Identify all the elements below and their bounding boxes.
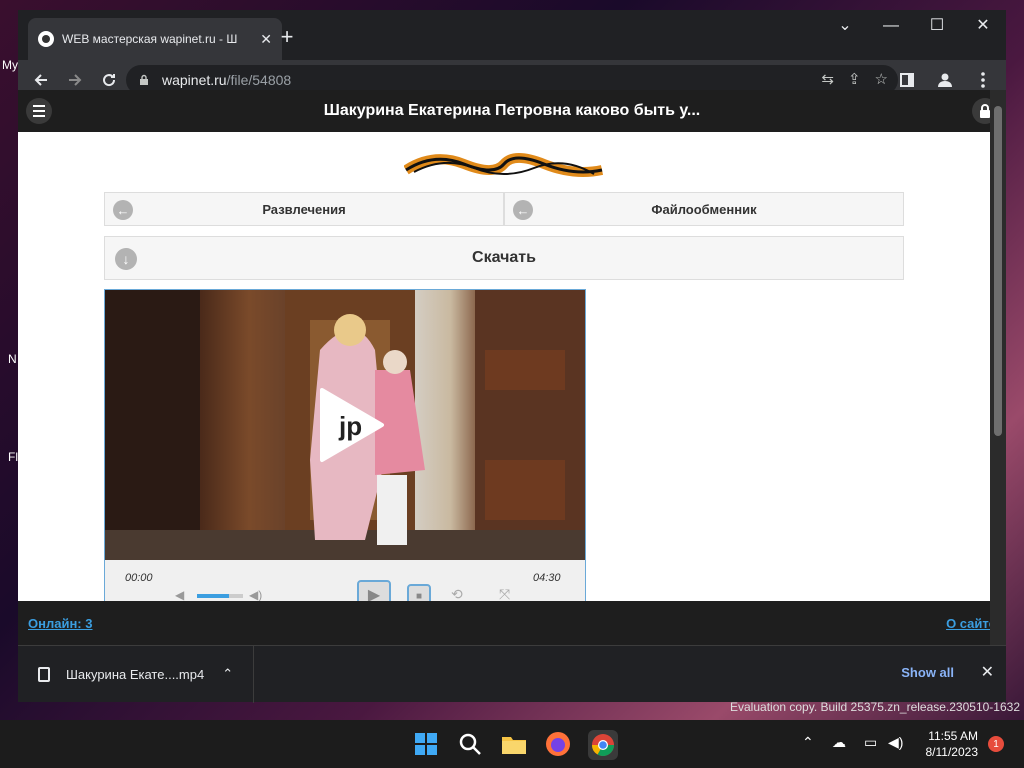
scrollbar-thumb[interactable] — [994, 106, 1002, 436]
page-title: Шакурина Екатерина Петровна каково быть … — [323, 102, 701, 119]
volume-icon[interactable]: ◀) — [888, 734, 903, 751]
file-explorer-icon[interactable] — [500, 730, 528, 758]
video-player[interactable]: jp 00:00 04:30 ◀ ◀) ▶ ■ ⟲ ⤧ — [104, 289, 586, 619]
evaluation-watermark: Evaluation copy. Build 25375.zn_release.… — [730, 700, 1020, 714]
bookmark-star-icon[interactable]: ☆ — [875, 70, 888, 88]
download-label: Скачать — [472, 249, 536, 266]
arrow-left-circle-icon: ← — [113, 200, 133, 220]
cloud-offline-icon[interactable]: ☁ — [832, 734, 846, 751]
forward-arrow-icon — [69, 74, 82, 86]
nav-label: Развлечения — [262, 201, 346, 217]
site-favicon-icon — [38, 31, 54, 47]
system-clock[interactable]: 11:55 AM 8/11/2023 — [926, 728, 979, 760]
profile-avatar-icon — [938, 73, 952, 87]
download-item[interactable]: Шакурина Екате....mp4 ⌃ — [18, 645, 254, 703]
network-icon[interactable]: ▭ — [864, 734, 877, 751]
reload-icon — [103, 74, 116, 87]
minimize-button[interactable]: — — [868, 12, 914, 40]
video-frame[interactable]: jp — [105, 290, 585, 560]
site-footer: Онлайн: 3 О сайте — [18, 601, 1006, 645]
tab-close-icon[interactable]: ✕ — [260, 31, 272, 48]
side-panel-icon — [900, 73, 914, 87]
close-download-shelf-icon[interactable]: ✕ — [981, 662, 994, 682]
tab-strip: WEB мастерская wapinet.ru - Ш ✕ + ⌄ — ☐ … — [18, 10, 1006, 60]
close-window-button[interactable]: ✕ — [960, 12, 1006, 40]
chrome-icon[interactable] — [588, 730, 618, 760]
total-time: 04:30 — [533, 572, 561, 584]
online-count-link[interactable]: Онлайн: 3 — [28, 616, 92, 631]
nav-label: Файлообменник — [651, 201, 757, 217]
back-to-entertainment-button[interactable]: ← Развлечения — [104, 192, 504, 226]
browser-window: WEB мастерская wapinet.ru - Ш ✕ + ⌄ — ☐ … — [18, 10, 1006, 703]
browser-tab[interactable]: WEB мастерская wapinet.ru - Ш ✕ — [28, 18, 282, 60]
download-button[interactable]: ↓ Скачать — [104, 236, 904, 280]
desktop-label-fl[interactable]: Fl — [8, 450, 18, 464]
firefox-icon[interactable] — [544, 730, 572, 758]
translate-icon[interactable]: ⇆ — [821, 70, 834, 88]
desktop-label-n[interactable]: N — [8, 352, 17, 366]
url-host: wapinet.ru — [162, 72, 227, 88]
volume-max-icon[interactable]: ◀) — [249, 588, 262, 602]
search-icon[interactable] — [456, 730, 484, 758]
volume-fill — [197, 594, 230, 598]
share-icon[interactable]: ⇪ — [848, 70, 861, 88]
arrow-left-circle-icon: ← — [513, 200, 533, 220]
tray-overflow-chevron-icon[interactable]: ⌃ — [802, 734, 814, 751]
new-tab-button[interactable]: + — [276, 24, 298, 50]
clock-date: 8/11/2023 — [925, 745, 979, 759]
arrow-down-circle-icon: ↓ — [115, 248, 137, 270]
desktop-label-my[interactable]: My — [2, 58, 18, 72]
tab-search-button[interactable]: ⌄ — [822, 12, 868, 40]
st-george-ribbon-icon — [404, 153, 604, 177]
maximize-button[interactable]: ☐ — [914, 12, 960, 40]
current-time: 00:00 — [125, 572, 153, 584]
omnibox-actions: ⇆ ⇪ ☆ — [821, 70, 888, 88]
windows-start-icon[interactable] — [412, 730, 440, 758]
back-to-fileshare-button[interactable]: ← Файлообменник — [504, 192, 904, 226]
clock-time: 11:55 AM — [928, 729, 978, 743]
mute-icon[interactable]: ◀ — [175, 588, 184, 602]
download-file-name: Шакурина Екате....mp4 — [66, 666, 205, 682]
notification-badge[interactable]: 1 — [988, 736, 1004, 752]
kebab-menu-icon — [981, 72, 985, 88]
volume-slider[interactable] — [197, 594, 243, 598]
back-arrow-icon — [34, 74, 47, 86]
about-link[interactable]: О сайте — [946, 616, 996, 631]
download-shelf: Шакурина Екате....mp4 ⌃ Show all ✕ — [18, 645, 1006, 703]
show-all-downloads-button[interactable]: Show all — [901, 665, 954, 680]
taskbar: ⌃ ☁ ▭ ◀) 11:55 AM 8/11/2023 1 — [0, 720, 1024, 768]
page-viewport: Шакурина Екатерина Петровна каково быть … — [18, 90, 1006, 645]
chevron-up-icon[interactable]: ⌃ — [222, 666, 233, 682]
secure-lock-icon — [140, 74, 148, 85]
file-icon — [38, 666, 50, 682]
url-path: /file/54808 — [226, 72, 292, 88]
play-button-icon[interactable]: jp — [317, 385, 387, 465]
tab-title: WEB мастерская wapinet.ru - Ш — [62, 32, 238, 46]
page-scrollbar[interactable] — [990, 90, 1006, 645]
hamburger-menu-icon[interactable] — [26, 98, 52, 124]
nav-buttons-row: ← Развлечения ← Файлообменник — [104, 192, 904, 226]
svg-text:jp: jp — [338, 411, 362, 441]
site-header: Шакурина Екатерина Петровна каково быть … — [18, 90, 1006, 132]
